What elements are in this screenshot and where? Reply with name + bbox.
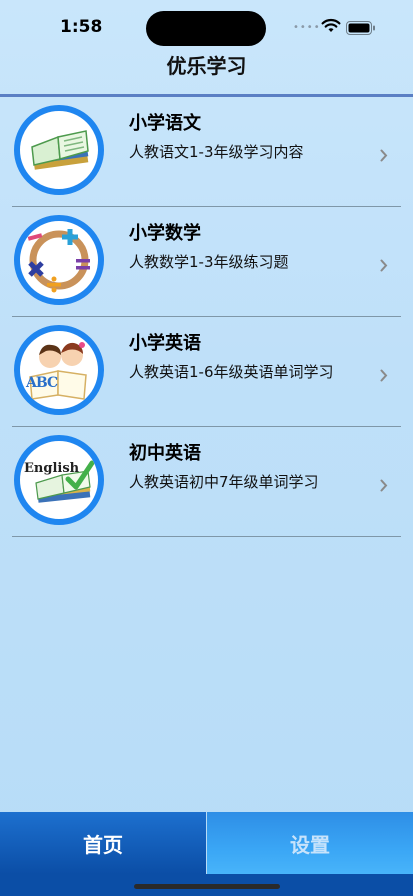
item-subtitle: 人教语文1-3年级学习内容 xyxy=(129,143,304,161)
tab-home[interactable]: 首页 xyxy=(0,812,206,874)
chevron-right-icon xyxy=(380,257,388,276)
item-subtitle: 人教英语1-6年级英语单词学习 xyxy=(129,363,334,381)
list-item-primary-english[interactable]: ABC 小学英语 人教英语1-6年级英语单词学习 xyxy=(0,317,413,427)
chevron-right-icon xyxy=(380,147,388,166)
item-subtitle: 人教英语初中7年级单词学习 xyxy=(129,473,319,491)
item-title: 初中英语 xyxy=(129,443,201,464)
chevron-right-icon xyxy=(380,367,388,386)
status-bar: 1:58 •••• xyxy=(0,0,413,54)
item-title: 小学英语 xyxy=(129,333,201,354)
english-book-label: English xyxy=(24,461,80,476)
course-list: 小学语文 人教语文1-3年级学习内容 小学数学 人教数学1-3年级练习题 ABC… xyxy=(0,97,413,537)
battery-icon xyxy=(346,20,376,39)
status-time: 1:58 xyxy=(60,17,103,37)
list-item-junior-english[interactable]: English 初中英语 人教英语初中7年级单词学习 xyxy=(0,427,413,537)
chevron-right-icon xyxy=(380,477,388,496)
item-subtitle: 人教数学1-3年级练习题 xyxy=(129,253,289,271)
math-symbols-icon xyxy=(14,215,104,305)
book-icon xyxy=(14,105,104,195)
wifi-icon xyxy=(320,18,342,38)
english-book-icon: English xyxy=(14,435,104,525)
row-divider xyxy=(12,536,401,537)
tab-settings[interactable]: 设置 xyxy=(207,812,413,874)
kids-reading-icon: ABC xyxy=(14,325,104,415)
tab-settings-label: 设置 xyxy=(290,832,330,857)
tab-home-label: 首页 xyxy=(83,832,123,857)
list-item-primary-chinese[interactable]: 小学语文 人教语文1-3年级学习内容 xyxy=(0,97,413,207)
signal-dots-icon: •••• xyxy=(293,22,321,33)
abc-book-label: ABC xyxy=(26,375,58,391)
page-title: 优乐学习 xyxy=(166,54,247,78)
dynamic-island xyxy=(146,11,266,46)
home-indicator[interactable] xyxy=(134,884,280,889)
item-title: 小学语文 xyxy=(129,113,201,134)
item-title: 小学数学 xyxy=(129,223,201,244)
list-item-primary-math[interactable]: 小学数学 人教数学1-3年级练习题 xyxy=(0,207,413,317)
